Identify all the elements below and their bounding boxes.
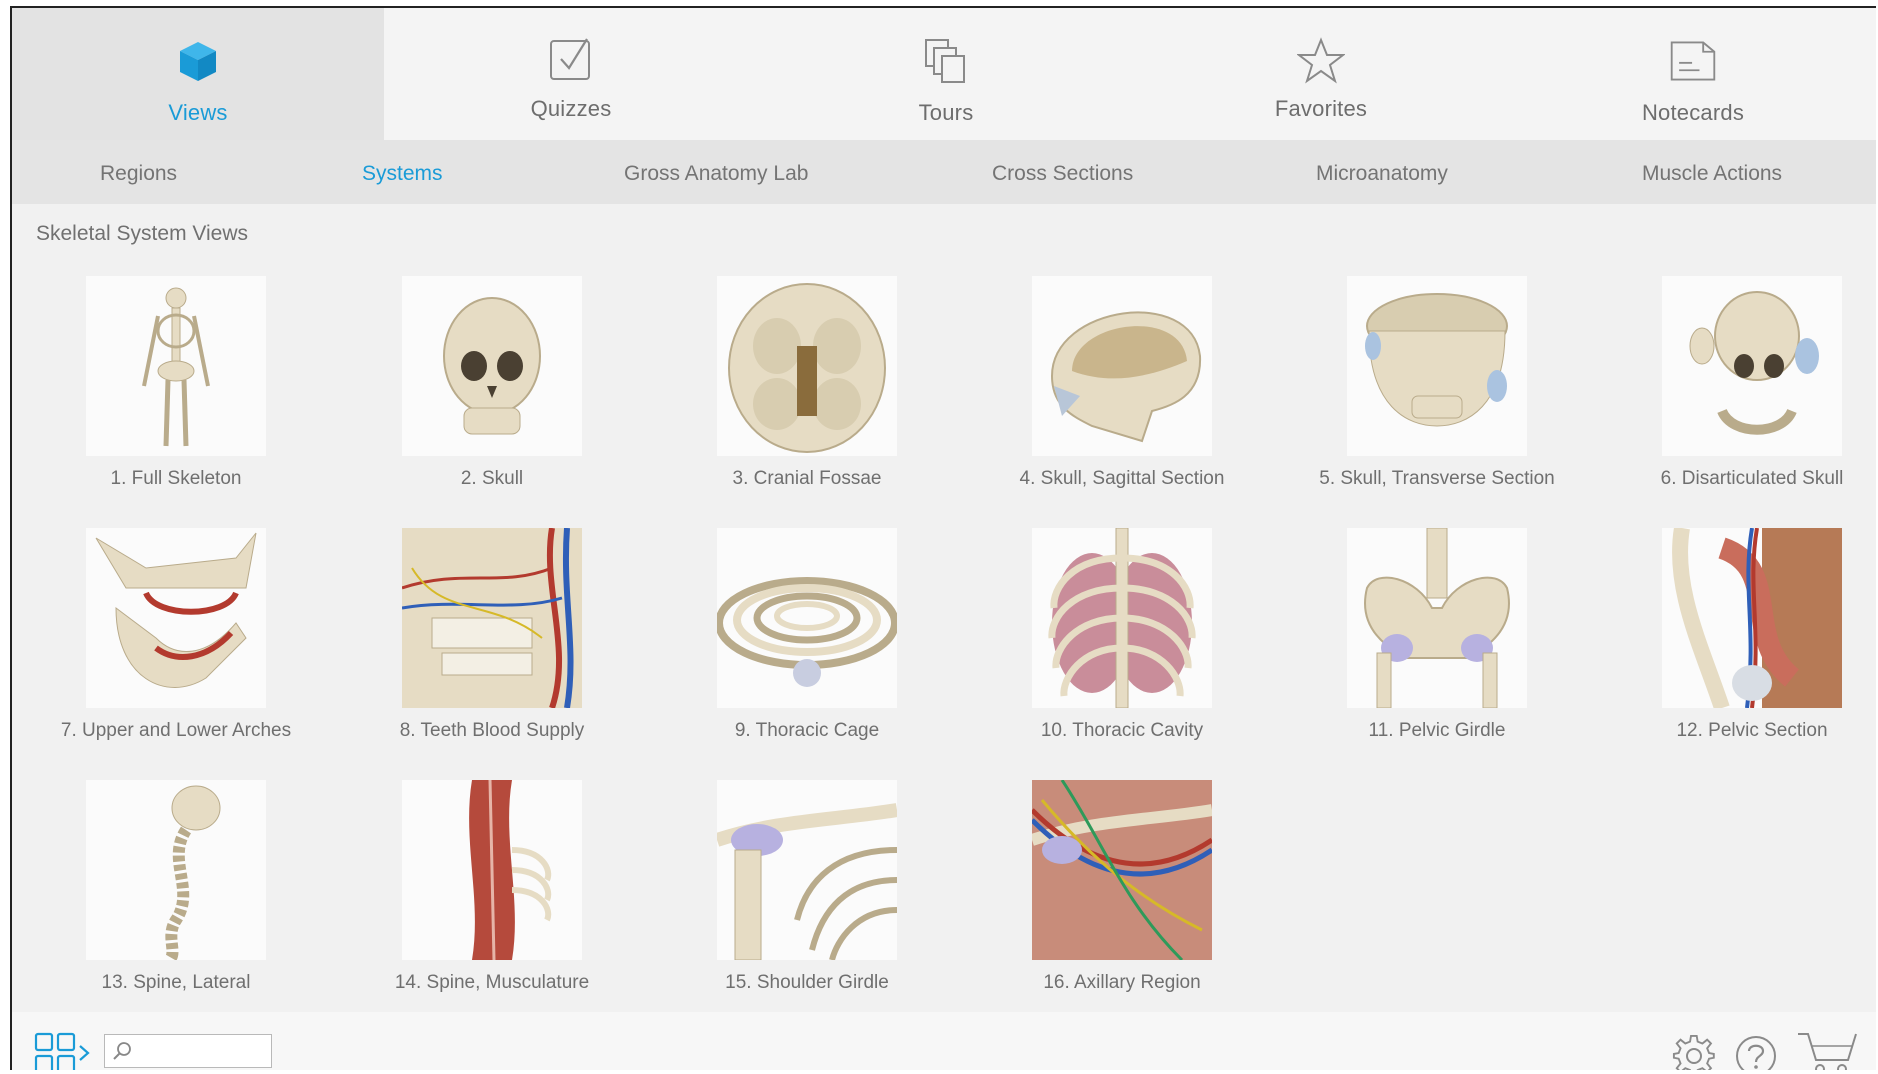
bottom-toolbar bbox=[12, 1012, 1876, 1070]
cube-icon bbox=[173, 36, 223, 86]
subtab-regions[interactable]: Regions bbox=[100, 162, 177, 186]
view-tile[interactable]: 1. Full Skeleton bbox=[26, 276, 326, 490]
stacked-pages-icon bbox=[921, 36, 971, 86]
view-tile[interactable]: 10. Thoracic Cavity bbox=[972, 528, 1272, 742]
view-tile[interactable]: 8. Teeth Blood Supply bbox=[342, 528, 642, 742]
tab-label: Tours bbox=[918, 100, 974, 125]
tab-quizzes[interactable]: Quizzes bbox=[384, 8, 758, 140]
view-thumbnail bbox=[1032, 276, 1212, 456]
search-icon bbox=[111, 1040, 133, 1067]
view-thumbnail bbox=[86, 780, 266, 960]
app-window: Views Quizzes Tours Favorites Notecards … bbox=[10, 6, 1876, 1070]
view-caption: 8. Teeth Blood Supply bbox=[399, 720, 585, 741]
sub-tab-bar: Regions Systems Gross Anatomy Lab Cross … bbox=[12, 140, 1876, 204]
tab-label: Notecards bbox=[1641, 100, 1745, 125]
tab-favorites[interactable]: Favorites bbox=[1134, 8, 1508, 140]
view-caption: 4. Skull, Sagittal Section bbox=[1019, 468, 1225, 489]
tab-tours[interactable]: Tours bbox=[758, 8, 1134, 140]
tab-label: Favorites bbox=[1274, 96, 1368, 121]
grid-view-icon[interactable] bbox=[34, 1032, 94, 1070]
settings-gear-icon[interactable] bbox=[1672, 1034, 1716, 1070]
subtab-systems[interactable]: Systems bbox=[362, 162, 443, 186]
view-thumbnail bbox=[1662, 528, 1842, 708]
view-thumbnail bbox=[717, 528, 897, 708]
tab-label: Quizzes bbox=[530, 96, 612, 121]
view-thumbnail bbox=[1662, 276, 1842, 456]
cart-icon[interactable] bbox=[1796, 1030, 1858, 1070]
section-title: Skeletal System Views bbox=[36, 222, 249, 245]
view-thumbnail bbox=[1347, 276, 1527, 456]
view-tile[interactable]: 14. Spine, Musculature bbox=[342, 780, 642, 994]
view-caption: 11. Pelvic Girdle bbox=[1368, 720, 1506, 741]
view-tile[interactable]: 4. Skull, Sagittal Section bbox=[972, 276, 1272, 490]
help-icon[interactable] bbox=[1734, 1034, 1778, 1070]
view-thumbnail bbox=[402, 276, 582, 456]
subtab-muscle-actions[interactable]: Muscle Actions bbox=[1642, 162, 1782, 186]
subtab-cross-sections[interactable]: Cross Sections bbox=[992, 162, 1133, 186]
view-tile[interactable]: 15. Shoulder Girdle bbox=[657, 780, 957, 994]
search-input[interactable] bbox=[135, 1039, 269, 1065]
tab-notecards[interactable]: Notecards bbox=[1508, 8, 1876, 140]
notecard-icon bbox=[1668, 36, 1718, 86]
view-caption: 2. Skull bbox=[460, 468, 524, 489]
view-thumbnail bbox=[717, 276, 897, 456]
view-caption: 9. Thoracic Cage bbox=[734, 720, 880, 741]
view-caption: 6. Disarticulated Skull bbox=[1660, 468, 1844, 489]
view-caption: 12. Pelvic Section bbox=[1676, 720, 1828, 741]
view-caption: 10. Thoracic Cavity bbox=[1040, 720, 1204, 741]
tab-views[interactable]: Views bbox=[12, 8, 384, 140]
view-tile[interactable]: 9. Thoracic Cage bbox=[657, 528, 957, 742]
view-thumbnail bbox=[402, 528, 582, 708]
view-tile[interactable]: 13. Spine, Lateral bbox=[26, 780, 326, 994]
view-caption: 3. Cranial Fossae bbox=[732, 468, 882, 489]
view-thumbnail bbox=[86, 528, 266, 708]
checkbox-icon bbox=[546, 34, 596, 84]
view-caption: 14. Spine, Musculature bbox=[394, 972, 590, 993]
view-caption: 15. Shoulder Girdle bbox=[725, 972, 889, 993]
view-tile[interactable]: 12. Pelvic Section bbox=[1602, 528, 1876, 742]
subtab-gross-anatomy-lab[interactable]: Gross Anatomy Lab bbox=[624, 162, 808, 186]
view-tile[interactable]: 11. Pelvic Girdle bbox=[1287, 528, 1587, 742]
tab-label: Views bbox=[168, 100, 228, 125]
view-caption: 13. Spine, Lateral bbox=[101, 972, 251, 993]
view-tile[interactable]: 16. Axillary Region bbox=[972, 780, 1272, 994]
view-tile[interactable]: 7. Upper and Lower Arches bbox=[26, 528, 326, 742]
view-thumbnail bbox=[1032, 780, 1212, 960]
view-caption: 1. Full Skeleton bbox=[110, 468, 242, 489]
view-thumbnail bbox=[717, 780, 897, 960]
subtab-microanatomy[interactable]: Microanatomy bbox=[1316, 162, 1448, 186]
view-caption: 16. Axillary Region bbox=[1043, 972, 1201, 993]
view-thumbnail bbox=[1032, 528, 1212, 708]
view-tile[interactable]: 3. Cranial Fossae bbox=[657, 276, 957, 490]
view-tile[interactable]: 5. Skull, Transverse Section bbox=[1287, 276, 1587, 490]
view-caption: 7. Upper and Lower Arches bbox=[60, 720, 292, 741]
view-caption: 5. Skull, Transverse Section bbox=[1319, 468, 1555, 489]
view-thumbnail bbox=[1347, 528, 1527, 708]
search-field[interactable] bbox=[104, 1034, 272, 1068]
top-tab-bar: Views Quizzes Tours Favorites Notecards bbox=[12, 8, 1876, 140]
view-tile[interactable]: 6. Disarticulated Skull bbox=[1602, 276, 1876, 490]
view-thumbnail bbox=[402, 780, 582, 960]
view-tile[interactable]: 2. Skull bbox=[342, 276, 642, 490]
view-thumbnail bbox=[86, 276, 266, 456]
star-icon bbox=[1296, 36, 1346, 86]
